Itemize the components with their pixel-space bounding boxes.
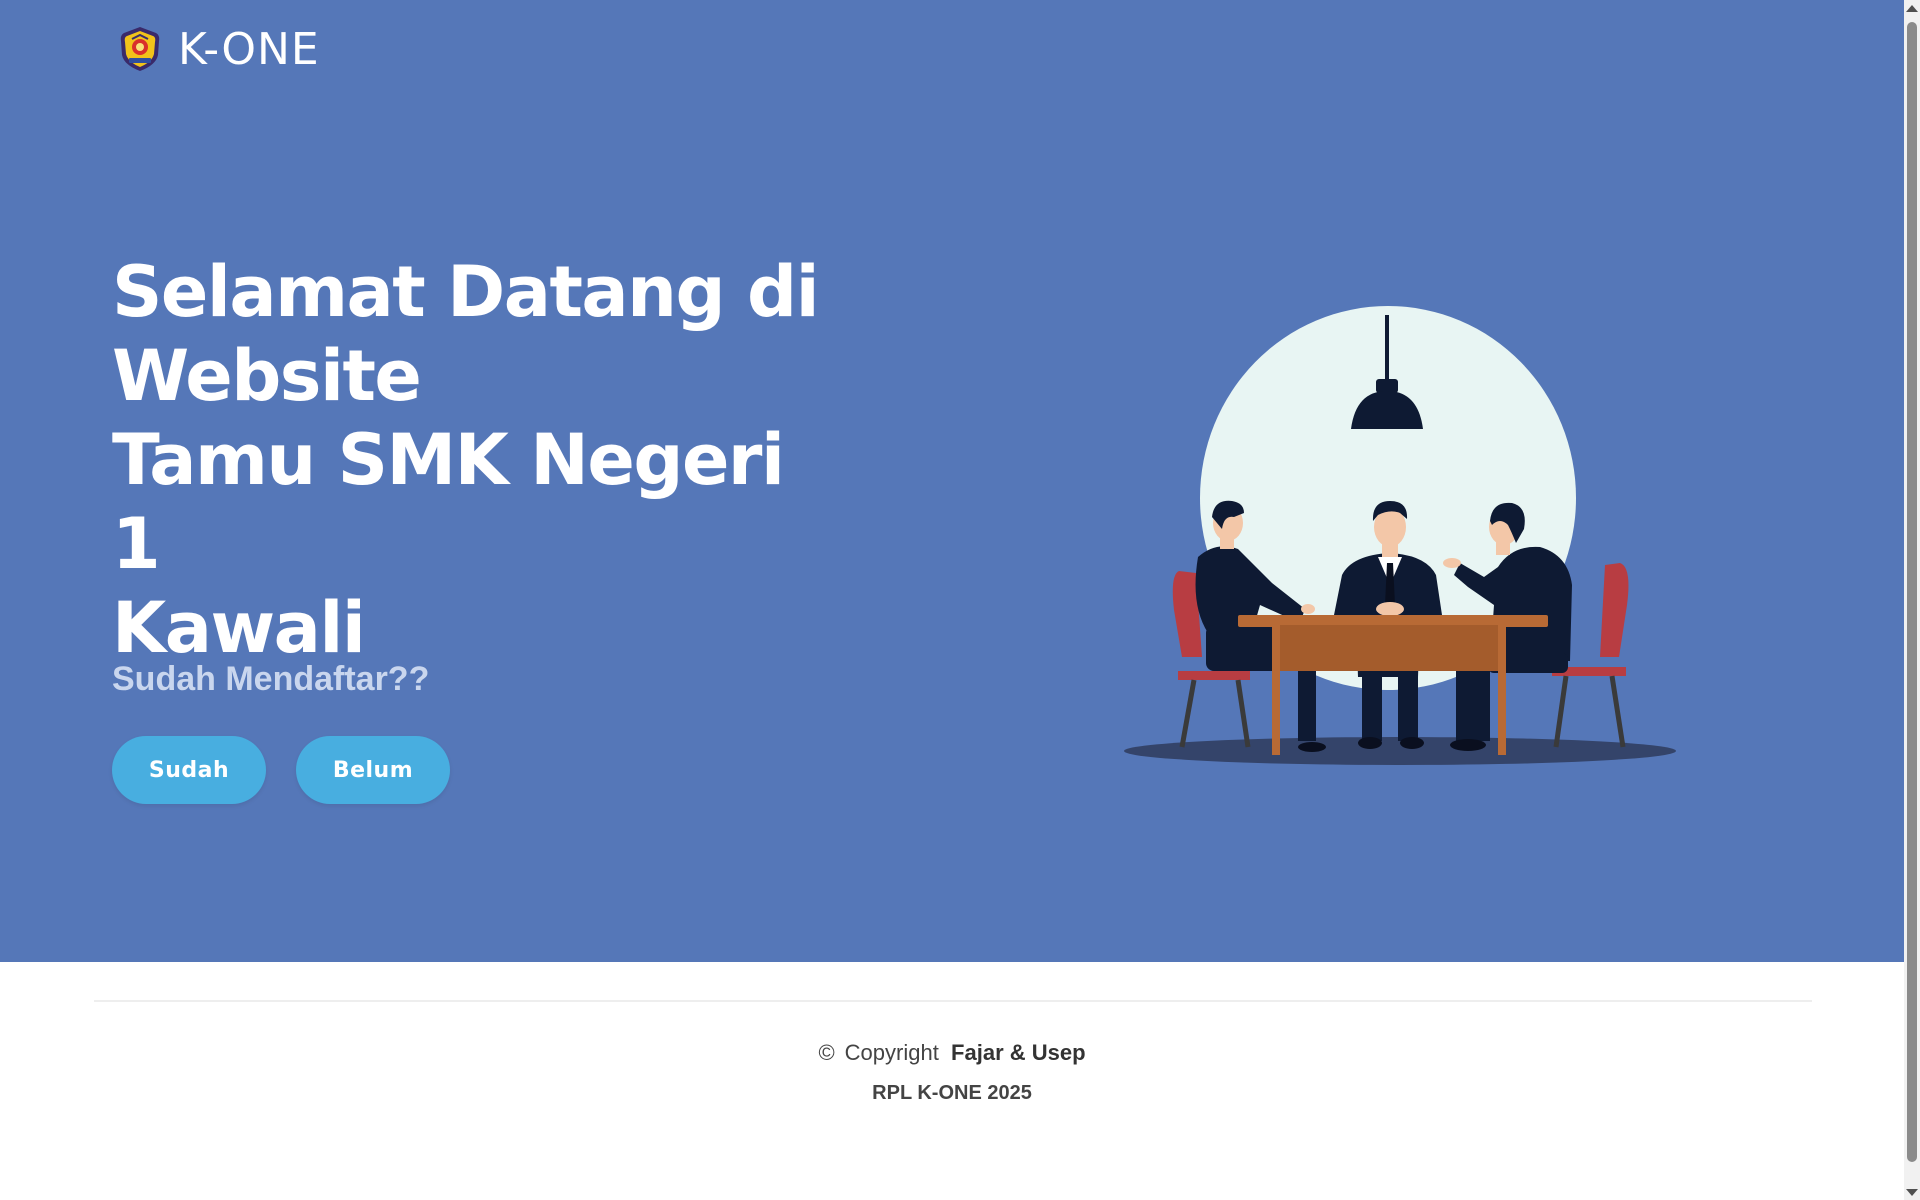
- vertical-scrollbar[interactable]: [1904, 0, 1920, 1200]
- registration-question: Sudah Mendaftar??: [112, 660, 430, 698]
- headline-line: Tamu SMK Negeri 1: [112, 419, 785, 585]
- hero-headline: Selamat Datang di Website Tamu SMK Neger…: [112, 250, 832, 670]
- headline-line: Kawali: [112, 587, 366, 669]
- scroll-up-arrow-icon[interactable]: [1904, 0, 1920, 16]
- sudah-button[interactable]: Sudah: [112, 736, 266, 804]
- scrollbar-thumb[interactable]: [1907, 22, 1917, 1162]
- school-emblem-icon: [120, 27, 160, 71]
- copyright-prefix: Copyright: [844, 1040, 939, 1065]
- copyright-authors: Fajar & Usep: [951, 1040, 1086, 1065]
- footer-subline: RPL K-ONE 2025: [872, 1082, 1032, 1104]
- brand-name: K-ONE: [178, 23, 320, 75]
- copyright-symbol: ©: [818, 1040, 835, 1065]
- headline-line: Website: [112, 335, 422, 417]
- footer-divider: [94, 1000, 1812, 1002]
- scroll-down-arrow-icon[interactable]: [1904, 1184, 1920, 1200]
- hero-section: K-ONE Selamat Datang di Website Tamu SMK…: [0, 0, 1904, 962]
- business-meeting-illustration: [1124, 306, 1676, 765]
- footer-copyright: © Copyright Fajar & Usep: [0, 1040, 1904, 1066]
- belum-button[interactable]: Belum: [296, 736, 450, 804]
- headline-line: Selamat Datang di: [112, 251, 820, 333]
- brand[interactable]: K-ONE: [116, 23, 320, 75]
